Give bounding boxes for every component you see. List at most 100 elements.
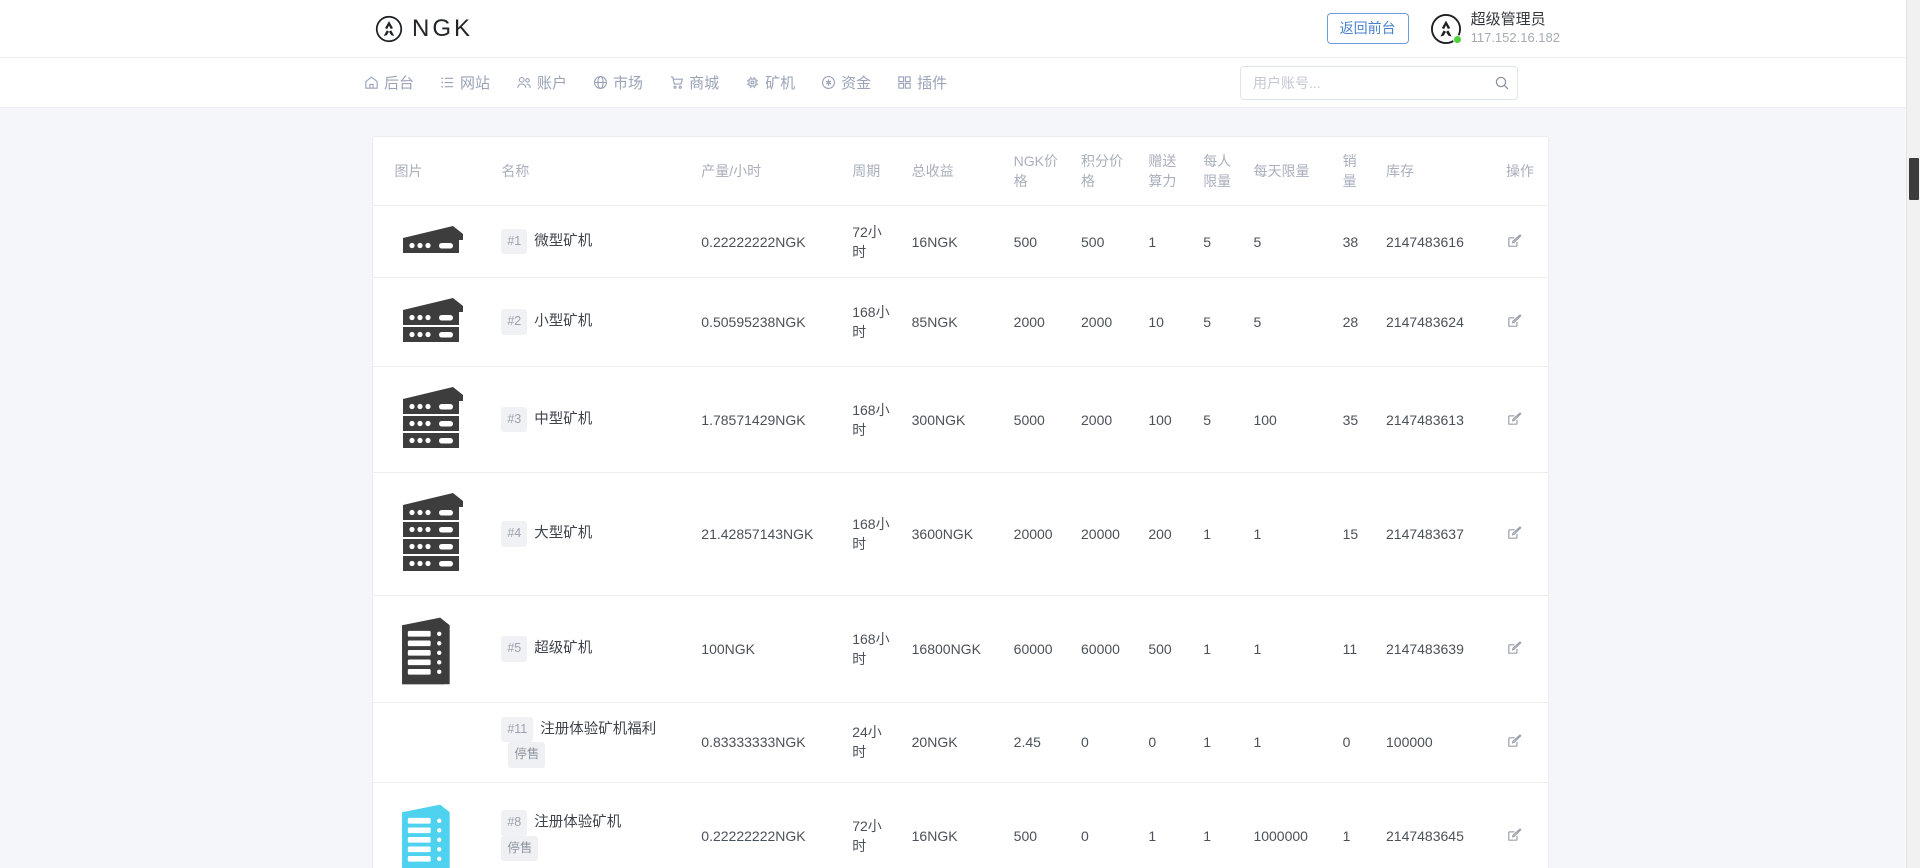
cell-cycle: 168小时: [842, 278, 901, 367]
top-bar-right: 返回前台 超级管理员 117.152.16.182: [1327, 11, 1560, 45]
avatar[interactable]: [1431, 14, 1461, 44]
scrollbar-thumb[interactable]: [1909, 158, 1919, 200]
cell-operation: [1496, 206, 1548, 278]
cell-ngk-price: 5000: [1004, 367, 1071, 473]
cell-rate: 21.42857143NGK: [691, 473, 842, 596]
cell-day-limit: 100: [1243, 367, 1332, 473]
col-cycle: 周期: [842, 137, 901, 206]
miner-rig-2-icon: [395, 292, 482, 352]
nav-item-mall[interactable]: 商城: [667, 68, 721, 97]
edit-icon[interactable]: [1506, 732, 1523, 749]
edit-icon[interactable]: [1506, 826, 1523, 843]
cell-rate: 1.78571429NGK: [691, 367, 842, 473]
cell-day-limit: 1: [1243, 596, 1332, 703]
cell-name: #2小型矿机: [491, 278, 691, 367]
cell-image: ,,,,,,,,,: [373, 782, 492, 868]
table-row: #11注册体验矿机福利 停售0.83333333NGK24小时20NGK2.45…: [373, 703, 1548, 783]
cell-total: 20NGK: [902, 703, 1004, 783]
cell-rate: 0.50595238NGK: [691, 278, 842, 367]
table-row: #3中型矿机1.78571429NGK168小时300NGK5000200010…: [373, 367, 1548, 473]
user-block[interactable]: 超级管理员 117.152.16.182: [1431, 11, 1560, 45]
nav-item-website[interactable]: 网站: [438, 68, 492, 97]
cell-per-limit: 1: [1193, 703, 1243, 783]
cell-image: [373, 703, 492, 783]
cell-stock: 2147483613: [1376, 367, 1496, 473]
product-id-badge: #5: [501, 636, 527, 661]
cell-per-limit: 5: [1193, 278, 1243, 367]
cell-operation: [1496, 278, 1548, 367]
col-point-price: 积分价格: [1071, 137, 1138, 206]
nav-item-plugins[interactable]: 插件: [895, 68, 949, 97]
home-icon: [364, 75, 379, 90]
cell-total: 16800NGK: [902, 596, 1004, 703]
cell-sold: 15: [1333, 473, 1376, 596]
nav-label: 市场: [613, 72, 643, 93]
cell-point-price: 500: [1071, 206, 1138, 278]
nav-item-miner[interactable]: 矿机: [743, 68, 797, 97]
product-name: 中型矿机: [534, 411, 592, 427]
product-id-badge: #1: [501, 229, 527, 254]
product-id-badge: #11: [501, 717, 533, 742]
edit-icon[interactable]: [1506, 524, 1523, 541]
cell-ngk-price: 2.45: [1004, 703, 1071, 783]
user-ip: 117.152.16.182: [1471, 31, 1560, 46]
cell-rate: 0.22222222NGK: [691, 206, 842, 278]
cell-rate: 100NGK: [691, 596, 842, 703]
user-meta: 超级管理员 117.152.16.182: [1471, 11, 1560, 45]
cell-point-price: 2000: [1071, 278, 1138, 367]
miner-table: 图片 名称 产量/小时 周期 总收益 NGK价格 积分价格 赠送算力 每人限量 …: [373, 137, 1548, 868]
brand[interactable]: NGK: [375, 15, 473, 43]
cell-ngk-price: 2000: [1004, 278, 1071, 367]
nav-label: 插件: [917, 72, 947, 93]
cell-rate: 0.22222222NGK: [691, 782, 842, 868]
cell-cycle: 72小时: [842, 782, 901, 868]
nav-item-funds[interactable]: 资金: [819, 68, 873, 97]
table-row: #1微型矿机0.22222222NGK72小时16NGK500500155382…: [373, 206, 1548, 278]
cell-day-limit: 1000000: [1243, 782, 1332, 868]
cell-day-limit: 1: [1243, 473, 1332, 596]
cell-name: #1微型矿机: [491, 206, 691, 278]
edit-icon[interactable]: [1506, 410, 1523, 427]
edit-icon[interactable]: [1506, 232, 1523, 249]
edit-icon[interactable]: [1506, 639, 1523, 656]
cell-power-gift: 0: [1138, 703, 1193, 783]
cell-per-limit: 1: [1193, 596, 1243, 703]
miner-table-card: 图片 名称 产量/小时 周期 总收益 NGK价格 积分价格 赠送算力 每人限量 …: [372, 136, 1549, 868]
cell-point-price: 20000: [1071, 473, 1138, 596]
miner-tower-cyan-icon: ,,,,,,,,,: [395, 797, 482, 868]
cell-sold: 38: [1333, 206, 1376, 278]
cell-image: [373, 206, 492, 278]
cell-per-limit: 5: [1193, 367, 1243, 473]
search-icon[interactable]: [1494, 75, 1510, 91]
edit-icon[interactable]: [1506, 312, 1523, 329]
nav-item-market[interactable]: 市场: [591, 68, 645, 97]
product-id-badge: #2: [501, 309, 527, 334]
cell-ngk-price: 500: [1004, 206, 1071, 278]
nav-label: 账户: [537, 72, 567, 93]
nav-item-backend[interactable]: 后台: [362, 68, 416, 97]
return-to-front-button[interactable]: 返回前台: [1327, 13, 1409, 44]
search-input[interactable]: [1240, 66, 1518, 100]
col-sold: 销量: [1333, 137, 1376, 206]
cell-cycle: 168小时: [842, 596, 901, 703]
table-row: #4大型矿机21.42857143NGK168小时3600NGK20000200…: [373, 473, 1548, 596]
miner-tower-icon: ,,,,,,,,,: [395, 610, 482, 688]
cell-power-gift: 1: [1138, 206, 1193, 278]
cell-per-limit: 1: [1193, 782, 1243, 868]
cell-operation: [1496, 703, 1548, 783]
nav-item-account[interactable]: 账户: [514, 68, 569, 97]
cell-point-price: 60000: [1071, 596, 1138, 703]
cell-point-price: 2000: [1071, 367, 1138, 473]
cell-power-gift: 100: [1138, 367, 1193, 473]
cell-total: 3600NGK: [902, 473, 1004, 596]
product-name: 注册体验矿机: [534, 815, 621, 831]
page-scrollbar[interactable]: [1906, 0, 1920, 868]
cell-sold: 0: [1333, 703, 1376, 783]
cell-cycle: 72小时: [842, 206, 901, 278]
cart-icon: [669, 75, 684, 90]
cell-per-limit: 5: [1193, 206, 1243, 278]
product-id-badge: #4: [501, 521, 527, 546]
users-icon: [516, 75, 532, 90]
cell-operation: [1496, 782, 1548, 868]
cell-operation: [1496, 473, 1548, 596]
